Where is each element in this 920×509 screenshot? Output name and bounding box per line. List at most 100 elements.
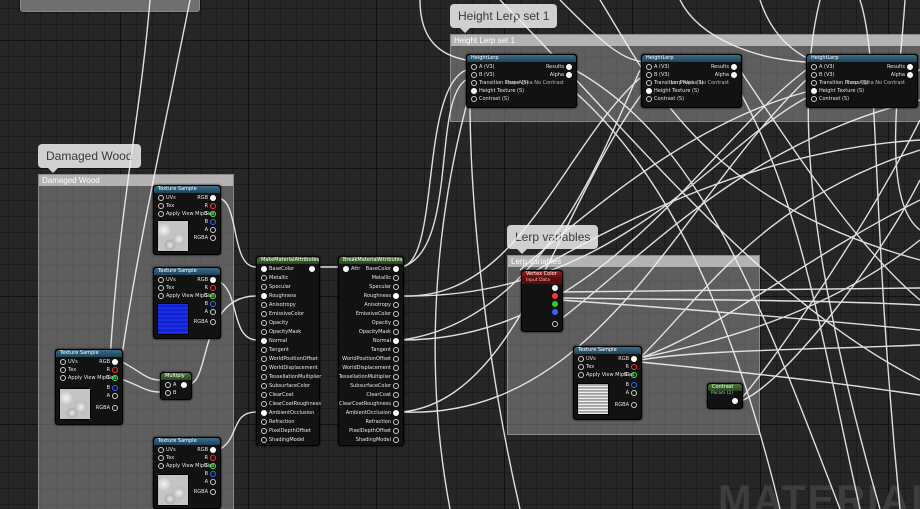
material-pin-ambientocclusion[interactable]: AmbientOcclusion — [346, 409, 401, 417]
texture-sample-node[interactable]: Texture Sample UVs Tex Apply View MipBia… — [153, 185, 221, 255]
material-pin-clearcoatroughness[interactable]: ClearCoatRoughness — [259, 400, 321, 408]
out-results-pin[interactable]: Results — [711, 63, 739, 71]
in-contrast-pin[interactable]: Contrast (S) — [469, 95, 509, 103]
in-b-pin[interactable]: B (V3) — [809, 71, 835, 79]
rgba-pin[interactable]: RGBA — [194, 318, 218, 326]
rgba-pin[interactable]: RGBA — [96, 404, 120, 412]
r-pin[interactable]: R — [107, 366, 120, 374]
r-pin[interactable]: R — [205, 284, 218, 292]
rgb-pin[interactable]: RGB — [618, 355, 639, 363]
rgb-pin[interactable]: RGB — [99, 358, 120, 366]
material-pin-subsurfacecolor[interactable]: SubsurfaceColor — [259, 382, 310, 390]
material-pin-worlddisplacement[interactable]: WorldDisplacement — [259, 364, 318, 372]
b-pin[interactable]: B — [205, 300, 218, 308]
in-a-pin[interactable]: A (V3) — [469, 63, 495, 71]
attr-input-pin[interactable]: Attr — [341, 265, 360, 273]
material-pin-refraction[interactable]: Refraction — [365, 418, 401, 426]
tex-pin[interactable]: Tex — [58, 366, 76, 374]
r-pin[interactable]: R — [205, 454, 218, 462]
out-alpha-pin[interactable]: Alpha — [891, 71, 915, 79]
multiply-node[interactable]: Multiply A B — [160, 372, 192, 400]
texture-sample-node[interactable]: Texture Sample UVs Tex Apply View MipBia… — [573, 346, 642, 420]
a-pin[interactable]: A — [626, 389, 639, 397]
material-pin-opacitymask[interactable]: OpacityMask — [259, 328, 301, 336]
material-pin-specular[interactable]: Specular — [259, 283, 291, 291]
output-pin[interactable] — [179, 381, 189, 389]
material-pin-worldpositionoffset[interactable]: WorldPositionOffset — [342, 355, 401, 363]
b-pin[interactable]: B — [205, 470, 218, 478]
height-lerp-node-2[interactable]: HeightLerp A (V3) B (V3) Transition Phase (… — [641, 54, 742, 108]
in-b-pin[interactable]: B (V3) — [644, 71, 670, 79]
b-pin[interactable]: B — [205, 218, 218, 226]
material-pin-anisotropy[interactable]: Anisotropy — [259, 301, 296, 309]
in-height-pin[interactable]: Height Texture (S) — [469, 87, 524, 95]
texture-sample-node[interactable]: Texture Sample UVs Tex Apply View MipBia… — [153, 437, 221, 509]
uvs-pin[interactable]: UVs — [576, 355, 596, 363]
in-a-pin[interactable]: A (V3) — [644, 63, 670, 71]
material-pin-specular[interactable]: Specular — [369, 283, 401, 291]
tex-pin[interactable]: Tex — [156, 284, 174, 292]
out-alpha-pin[interactable]: Alpha — [715, 71, 739, 79]
material-pin-tangent[interactable]: Tangent — [371, 346, 401, 354]
rgb-pin[interactable]: RGB — [197, 194, 218, 202]
in-a-pin[interactable]: A (V3) — [809, 63, 835, 71]
contrast-parameter-node[interactable]: Contrast Param (1) — [707, 383, 743, 409]
g-pin[interactable]: G — [625, 371, 639, 379]
a-output-pin[interactable] — [550, 320, 560, 328]
out-results-pin[interactable]: Results — [546, 63, 574, 71]
material-pin-basecolor[interactable]: BaseColor — [366, 265, 401, 273]
height-lerp-node-1[interactable]: HeightLerp A (V3) B (V3) Transition Phase (… — [466, 54, 577, 108]
material-pin-tessellationmultiplier[interactable]: TessellationMultiplier — [259, 373, 321, 381]
material-pin-clearcoat[interactable]: ClearCoat — [259, 391, 294, 399]
material-pin-shadingmodel[interactable]: ShadingModel — [356, 436, 401, 444]
material-pin-basecolor[interactable]: BaseColor — [259, 265, 294, 273]
in-height-pin[interactable]: Height Texture (S) — [644, 87, 699, 95]
material-pin-emissivecolor[interactable]: EmissiveColor — [356, 310, 401, 318]
rgba-pin[interactable]: RGBA — [615, 401, 639, 409]
material-pin-opacity[interactable]: Opacity — [259, 319, 288, 327]
material-pin-anisotropy[interactable]: Anisotropy — [364, 301, 401, 309]
b-output-pin[interactable] — [550, 308, 560, 316]
vertex-color-node[interactable]: Vertex Color Input Data — [521, 270, 563, 332]
material-pin-normal[interactable]: Normal — [259, 337, 287, 345]
output-pin[interactable] — [730, 397, 740, 405]
material-pin-pixeldepthoffset[interactable]: PixelDepthOffset — [349, 427, 401, 435]
height-lerp-node-3[interactable]: HeightLerp A (V3) B (V3) Transition Phase (… — [806, 54, 918, 108]
material-pin-metallic[interactable]: Metallic — [259, 274, 288, 282]
a-pin[interactable]: A — [205, 308, 218, 316]
rgb-pin[interactable]: RGB — [197, 276, 218, 284]
r-output-pin[interactable] — [550, 292, 560, 300]
a-pin[interactable]: A — [205, 478, 218, 486]
r-pin[interactable]: R — [205, 202, 218, 210]
material-pin-emissivecolor[interactable]: EmissiveColor — [259, 310, 304, 318]
material-pin-clearcoat[interactable]: ClearCoat — [366, 391, 401, 399]
attr-output-pin[interactable] — [307, 265, 317, 273]
a-pin[interactable]: A — [107, 392, 120, 400]
material-pin-shadingmodel[interactable]: ShadingModel — [259, 436, 304, 444]
b-pin[interactable]: B — [107, 384, 120, 392]
texture-sample-node[interactable]: Texture Sample UVs Tex Apply View MipBia… — [55, 349, 123, 425]
in-contrast-pin[interactable]: Contrast (S) — [644, 95, 684, 103]
in-contrast-pin[interactable]: Contrast (S) — [809, 95, 849, 103]
material-pin-clearcoatroughness[interactable]: ClearCoatRoughness — [339, 400, 401, 408]
g-pin[interactable]: G — [204, 462, 218, 470]
b-input-pin[interactable]: B — [163, 389, 176, 397]
material-pin-tangent[interactable]: Tangent — [259, 346, 289, 354]
rgba-pin[interactable]: RGBA — [194, 488, 218, 496]
g-pin[interactable]: G — [106, 374, 120, 382]
tex-pin[interactable]: Tex — [156, 454, 174, 462]
material-pin-roughness[interactable]: Roughness — [364, 292, 401, 300]
material-pin-pixeldepthoffset[interactable]: PixelDepthOffset — [259, 427, 311, 435]
g-output-pin[interactable] — [550, 300, 560, 308]
material-pin-opacitymask[interactable]: OpacityMask — [359, 328, 401, 336]
in-b-pin[interactable]: B (V3) — [469, 71, 495, 79]
material-pin-metallic[interactable]: Metallic — [372, 274, 401, 282]
tex-pin[interactable]: Tex — [156, 202, 174, 210]
rgb-output-pin[interactable] — [550, 284, 560, 292]
material-pin-ambientocclusion[interactable]: AmbientOcclusion — [259, 409, 314, 417]
uvs-pin[interactable]: UVs — [156, 276, 176, 284]
material-pin-tessellationmultiplier[interactable]: TessellationMultiplier — [339, 373, 401, 381]
out-alpha-pin[interactable]: Alpha — [550, 71, 574, 79]
break-material-attributes-node[interactable]: BreakMaterialAttributes Attr BaseColor Me… — [338, 256, 404, 446]
a-pin[interactable]: A — [205, 226, 218, 234]
